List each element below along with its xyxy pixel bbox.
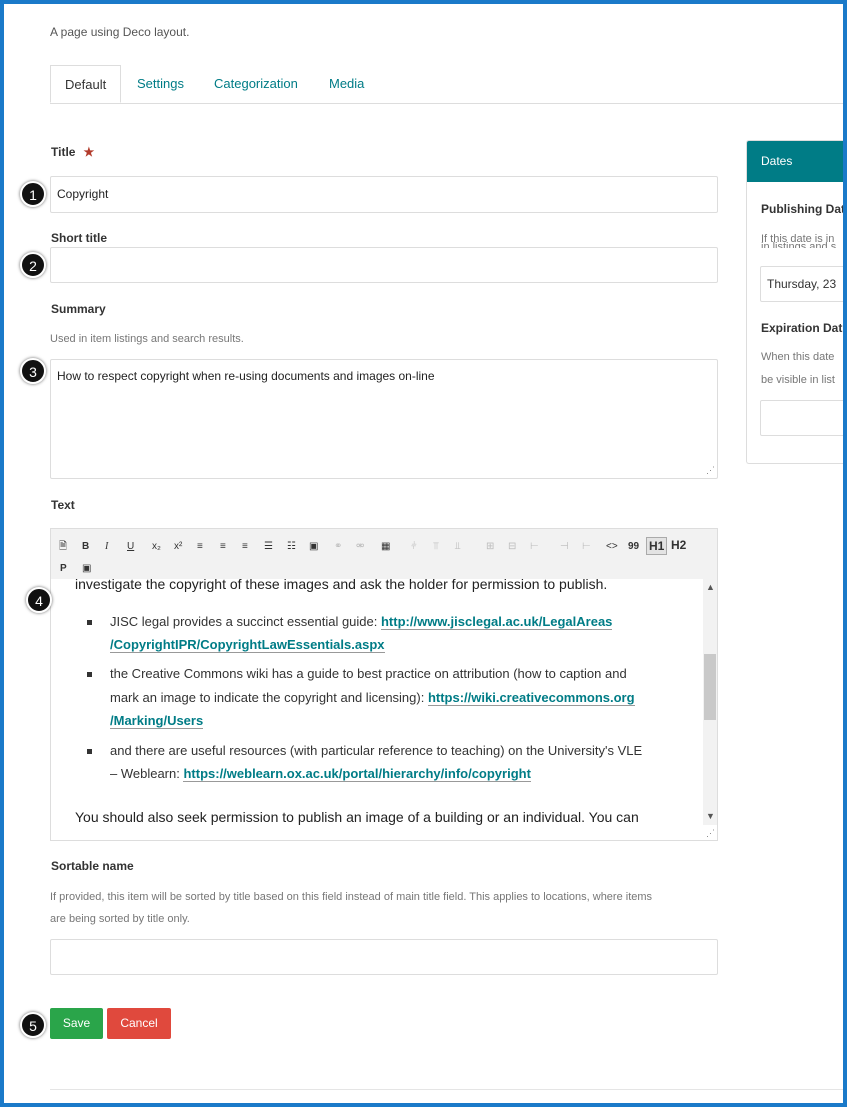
list-item-1-text: JISC legal provides a succinct essential… bbox=[110, 614, 381, 629]
short-title-input[interactable] bbox=[50, 247, 718, 283]
document-icon[interactable]: 🗎 bbox=[59, 541, 67, 553]
align-right-icon[interactable]: ≡ bbox=[242, 541, 248, 553]
bullet-icon bbox=[87, 620, 92, 625]
resize-handle-icon[interactable]: ⋰ bbox=[706, 463, 715, 477]
title-input[interactable]: Copyright bbox=[50, 176, 718, 213]
screenshot-frame-right bbox=[843, 0, 847, 1107]
content-line-1: investigate the copyright of these image… bbox=[75, 579, 608, 592]
editor-scrollbar[interactable]: ▲ ▼ bbox=[703, 579, 717, 825]
blockquote-icon[interactable]: 99 bbox=[628, 541, 639, 553]
tab-bar: Default Settings Categorization Media bbox=[50, 65, 847, 104]
scroll-down-icon[interactable]: ▼ bbox=[706, 811, 715, 821]
link-icon[interactable]: ⚭ bbox=[334, 541, 342, 553]
scroll-up-icon[interactable]: ▲ bbox=[706, 582, 715, 592]
required-star-icon: ★ bbox=[83, 145, 95, 159]
weblearn-link[interactable]: https://weblearn.ox.ac.uk/portal/hierarc… bbox=[183, 766, 531, 782]
image-icon[interactable]: ▣ bbox=[309, 541, 318, 553]
list-item-2-text: mark an image to indicate the copyright … bbox=[110, 690, 428, 705]
text-label: Text bbox=[51, 498, 75, 512]
bullet-icon bbox=[87, 672, 92, 677]
scroll-thumb[interactable] bbox=[704, 654, 716, 720]
editor-resize-icon[interactable]: ⋰ bbox=[706, 828, 715, 839]
step-marker-3: 3 bbox=[20, 358, 46, 384]
expiration-date-help-a: When this date bbox=[761, 351, 835, 363]
bullet-icon bbox=[87, 749, 92, 754]
jisc-link-b[interactable]: /CopyrightIPR/CopyrightLawEssentials.asp… bbox=[110, 637, 385, 653]
rich-text-editor[interactable]: 🗎 B I U x₂ x² ≡ ≡ ≡ ☰ ☷ ▣ ⚭ ⚮ ▦ ⫩ ⫪ ⫫ ⊞ … bbox=[50, 528, 718, 841]
numbered-list-icon[interactable]: ☷ bbox=[287, 541, 296, 553]
summary-value: How to respect copyright when re-using d… bbox=[57, 369, 435, 383]
short-title-label: Short title bbox=[51, 231, 107, 245]
paragraph-button[interactable]: P bbox=[60, 563, 67, 575]
tab-media[interactable]: Media bbox=[329, 65, 364, 103]
subscript-button[interactable]: x₂ bbox=[152, 541, 161, 553]
split-cell-icon[interactable]: ⊣ bbox=[560, 541, 569, 553]
step-marker-4: 4 bbox=[26, 587, 52, 613]
sortable-name-label: Sortable name bbox=[51, 859, 134, 873]
step-marker-2: 2 bbox=[20, 252, 46, 278]
publishing-date-help-b: in listings and s bbox=[761, 241, 837, 248]
code-icon[interactable]: <> bbox=[606, 541, 618, 553]
delete-column-icon[interactable]: ⊢ bbox=[530, 541, 539, 553]
sortable-name-help-2: are being sorted by title only. bbox=[50, 913, 190, 925]
merge-cell-icon[interactable]: ⊢ bbox=[582, 541, 591, 553]
align-left-icon[interactable]: ≡ bbox=[197, 541, 203, 553]
sortable-name-help-1: If provided, this item will be sorted by… bbox=[50, 891, 653, 903]
unlink-icon[interactable]: ⚮ bbox=[356, 541, 364, 553]
expiration-date-label: Expiration Dat bbox=[761, 321, 843, 335]
page-description: A page using Deco layout. bbox=[50, 25, 190, 39]
dates-panel: Dates Publishing Dat If this date is in … bbox=[746, 140, 847, 464]
delete-row-icon[interactable]: ⫫ bbox=[455, 541, 461, 553]
title-label: Title ★ bbox=[51, 145, 94, 159]
creativecommons-link-a[interactable]: https://wiki.creativecommons.org bbox=[427, 690, 635, 706]
superscript-button[interactable]: x² bbox=[174, 541, 182, 553]
list-item-2: the Creative Commons wiki has a guide to… bbox=[110, 666, 627, 681]
insert-column-icon[interactable]: ⊞ bbox=[486, 541, 494, 553]
table-icon[interactable]: ▦ bbox=[381, 541, 390, 553]
title-label-text: Title bbox=[51, 145, 76, 159]
media-icon[interactable]: ▣ bbox=[82, 563, 91, 575]
content-line-last: You should also seek permission to publi… bbox=[75, 809, 639, 825]
list-item-2-cont2: /Marking/Users bbox=[110, 708, 204, 734]
list-item-3-cont: – Weblearn: https://weblearn.ox.ac.uk/po… bbox=[110, 761, 531, 787]
underline-button[interactable]: U bbox=[127, 541, 134, 553]
heading2-button[interactable]: H2 bbox=[671, 539, 686, 551]
tab-settings[interactable]: Settings bbox=[137, 65, 184, 103]
jisc-link-a[interactable]: http://www.jisclegal.ac.uk/LegalAreas bbox=[380, 614, 613, 630]
summary-help: Used in item listings and search results… bbox=[50, 333, 244, 345]
footer-divider bbox=[50, 1089, 847, 1090]
insert-row-icon[interactable]: ⫩ bbox=[411, 541, 417, 553]
tab-categorization[interactable]: Categorization bbox=[214, 65, 298, 103]
dates-panel-header[interactable]: Dates bbox=[747, 141, 847, 182]
list-item-1-cont: /CopyrightIPR/CopyrightLawEssentials.asp… bbox=[110, 632, 385, 658]
insert-column-after-icon[interactable]: ⊟ bbox=[508, 541, 516, 553]
step-marker-5: 5 bbox=[20, 1012, 46, 1038]
expiration-date-help-b: be visible in list bbox=[761, 374, 835, 386]
cancel-button[interactable]: Cancel bbox=[107, 1008, 171, 1039]
publishing-date-input[interactable]: Thursday, 23 bbox=[760, 266, 847, 302]
list-item-3-text: – Weblearn: bbox=[110, 766, 184, 781]
align-center-icon[interactable]: ≡ bbox=[220, 541, 226, 553]
save-button[interactable]: Save bbox=[50, 1008, 103, 1039]
creativecommons-link-b[interactable]: /Marking/Users bbox=[110, 713, 204, 729]
summary-textarea[interactable]: How to respect copyright when re-using d… bbox=[50, 359, 718, 479]
expiration-date-input[interactable] bbox=[760, 400, 847, 436]
insert-row-after-icon[interactable]: ⫪ bbox=[433, 541, 439, 553]
italic-button[interactable]: I bbox=[105, 541, 108, 553]
heading1-button[interactable]: H1 bbox=[646, 537, 668, 555]
sortable-name-input[interactable] bbox=[50, 939, 718, 975]
tab-default[interactable]: Default bbox=[50, 65, 122, 103]
publishing-date-label: Publishing Dat bbox=[761, 202, 845, 216]
bullet-list-icon[interactable]: ☰ bbox=[264, 541, 273, 553]
editor-toolbar: 🗎 B I U x₂ x² ≡ ≡ ≡ ☰ ☷ ▣ ⚭ ⚮ ▦ ⫩ ⫪ ⫫ ⊞ … bbox=[51, 529, 717, 579]
bold-button[interactable]: B bbox=[82, 541, 89, 553]
step-marker-1: 1 bbox=[20, 181, 46, 207]
editor-content[interactable]: investigate the copyright of these image… bbox=[51, 579, 703, 825]
summary-label: Summary bbox=[51, 302, 106, 316]
